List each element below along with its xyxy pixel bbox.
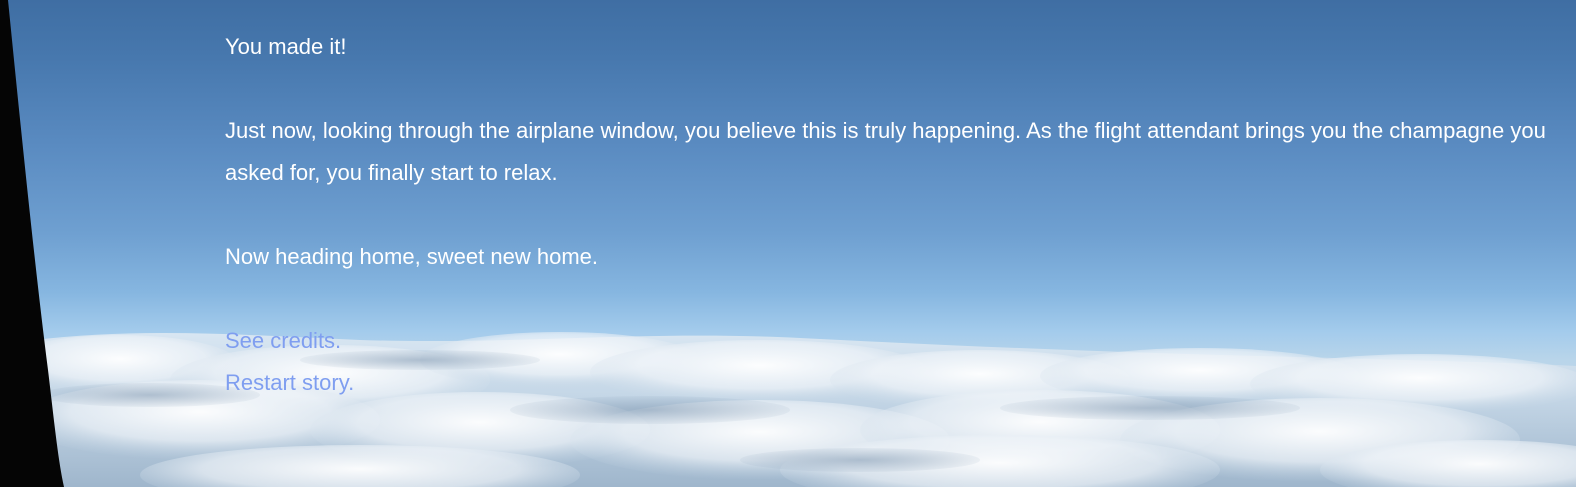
- story-paragraph-arrival: You made it!: [225, 34, 347, 59]
- story-passage: You made it! Just now, looking through t…: [225, 26, 1555, 404]
- story-paragraph-airplane: Just now, looking through the airplane w…: [225, 118, 1546, 185]
- restart-story-link[interactable]: Restart story.: [225, 362, 1555, 404]
- story-links: See credits. Restart story.: [225, 320, 1555, 404]
- airplane-window-edge: [0, 0, 64, 487]
- see-credits-link[interactable]: See credits.: [225, 320, 1555, 362]
- story-paragraph-home: Now heading home, sweet new home.: [225, 244, 598, 269]
